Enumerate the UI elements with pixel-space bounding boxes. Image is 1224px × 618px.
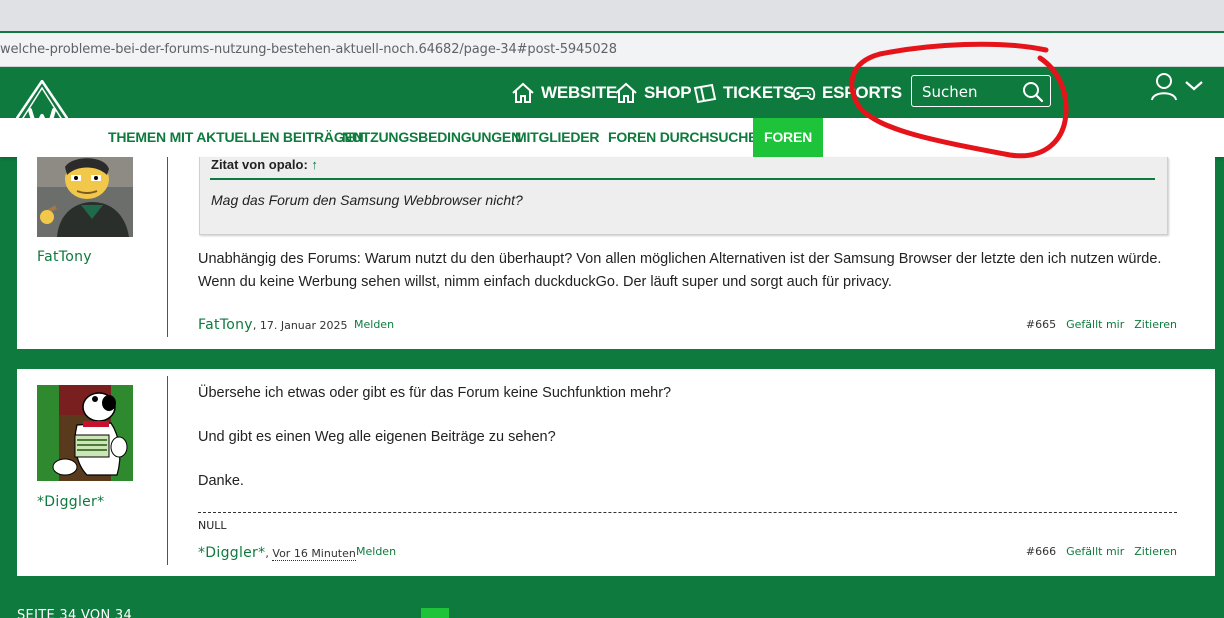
post-author-link[interactable]: FatTony [198,317,253,333]
ticket-icon [693,83,717,104]
search-box[interactable] [911,75,1051,107]
gamepad-icon [792,87,816,101]
forum-post: FatTony Zitat von opalo: ↑ Mag das Forum… [17,157,1215,349]
post-author-link[interactable]: *Diggler* [198,545,265,561]
user-icon[interactable] [1150,72,1178,102]
post-message: Übersehe ich etwas oder gibt es für das … [198,382,671,493]
post-author-meta: FatTony, 17. Januar 2025 [198,317,348,333]
subnav-terms[interactable]: NUTZUNGSBEDINGUNGEN [342,118,521,157]
post-divider [167,157,168,337]
like-link[interactable]: Gefällt mir [1066,545,1124,558]
avatar-image-diggler [37,385,133,481]
post-date[interactable]: 17. Januar 2025 [260,319,348,332]
post-message: Unabhängig des Forums: Warum nutzt du de… [198,248,1161,294]
avatar[interactable] [37,157,133,237]
message-line: Wenn du keine Werbung sehen willst, nimm… [198,274,892,290]
quote-author: Zitat von opalo: [211,157,308,172]
post-date[interactable]: Vor 16 Minuten [272,547,356,561]
nav-website-link[interactable]: WEBSITE [511,80,617,106]
nav-shop-label: SHOP [644,83,692,102]
post-author-meta: *Diggler*, Vor 16 Minuten [198,545,356,561]
username[interactable]: *Diggler* [37,494,104,510]
post-actions: #665 Gefällt mir Zitieren [1026,318,1177,331]
nav-esports-link[interactable]: ESPORTS [792,80,902,106]
quote-text: Mag das Forum den Samsung Webbrowser nic… [211,192,523,208]
forum-subnav: THEMEN MIT AKTUELLEN BEITRÄGEN NUTZUNGSB… [0,118,1224,157]
post-number[interactable]: #666 [1026,545,1056,558]
message-line: Übersehe ich etwas oder gibt es für das … [198,385,672,401]
quote-header: Zitat von opalo: ↑ [211,157,318,172]
signature-divider [198,512,1177,513]
nav-shop-link[interactable]: SHOP [614,80,692,106]
post-number[interactable]: #665 [1026,318,1056,331]
post-actions: #666 Gefällt mir Zitieren [1026,545,1177,558]
message-line: Und gibt es einen Weg alle eigenen Beitr… [198,429,556,445]
home-icon [512,82,534,103]
report-link[interactable]: Melden [356,545,396,558]
home-icon [615,82,637,103]
like-link[interactable]: Gefällt mir [1066,318,1124,331]
nav-tickets-label: TICKETS [723,83,795,102]
url-text[interactable]: welche-probleme-bei-der-forums-nutzung-b… [0,42,617,57]
subnav-search-forums[interactable]: FOREN DURCHSUCHEN [608,118,767,157]
quote-divider [210,178,1155,180]
pagination-label: SEITE 34 VON 34 [17,608,133,618]
subnav-forums[interactable]: FOREN [753,118,824,157]
search-input[interactable] [922,82,1022,102]
quote-link[interactable]: Zitieren [1134,318,1177,331]
message-line: Danke. [198,473,244,489]
message-line: Unabhängig des Forums: Warum nutzt du de… [198,251,1162,267]
avatar-image-fattony [37,157,133,237]
avatar[interactable] [37,385,133,481]
nav-website-label: WEBSITE [541,83,618,102]
quote-jump-arrow-icon[interactable]: ↑ [311,157,318,172]
nav-esports-label: ESPORTS [822,83,902,102]
browser-tab-strip [0,0,1224,31]
nav-tickets-link[interactable]: TICKETS [693,80,795,106]
quote-link[interactable]: Zitieren [1134,545,1177,558]
quote-block: Zitat von opalo: ↑ Mag das Forum den Sam… [199,157,1168,235]
chevron-down-icon[interactable] [1184,80,1204,92]
post-date-sep: , [252,319,260,332]
forum-post: *Diggler* Übersehe ich etwas oder gibt e… [17,369,1215,576]
subnav-members[interactable]: MITGLIEDER [515,118,600,157]
pagination-current-page[interactable] [421,608,449,618]
username[interactable]: FatTony [37,249,92,265]
post-divider [167,376,168,565]
subnav-recent-threads[interactable]: THEMEN MIT AKTUELLEN BEITRÄGEN [108,118,364,157]
address-bar[interactable]: welche-probleme-bei-der-forums-nutzung-b… [0,33,1224,67]
report-link[interactable]: Melden [354,318,394,331]
signature-text: NULL [198,519,227,532]
search-icon[interactable] [1022,81,1044,103]
